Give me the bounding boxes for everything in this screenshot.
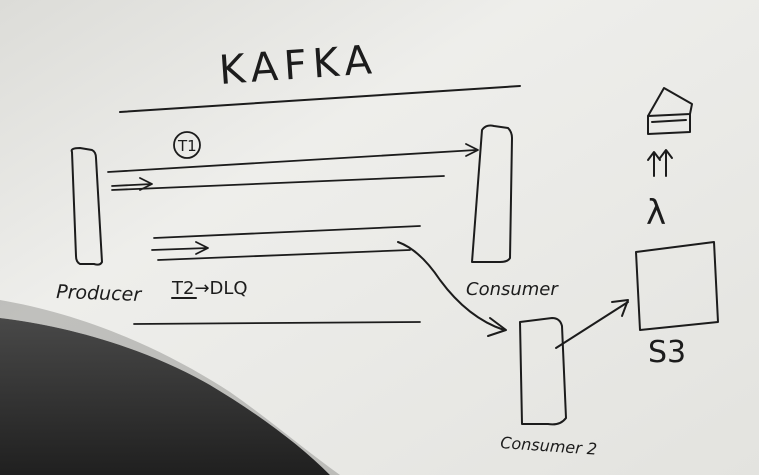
topic2-dlq-label: T2→DLQ: [171, 278, 248, 299]
s3-label: S3: [648, 335, 686, 370]
lambda-label: λ: [646, 193, 666, 233]
topic1-label: T1: [177, 137, 197, 155]
whiteboard: KAFKA T1 Producer T2→DLQ Consumer Consum…: [0, 0, 759, 475]
consumer-label: Consumer: [466, 279, 559, 300]
producer-label: Producer: [56, 281, 143, 306]
